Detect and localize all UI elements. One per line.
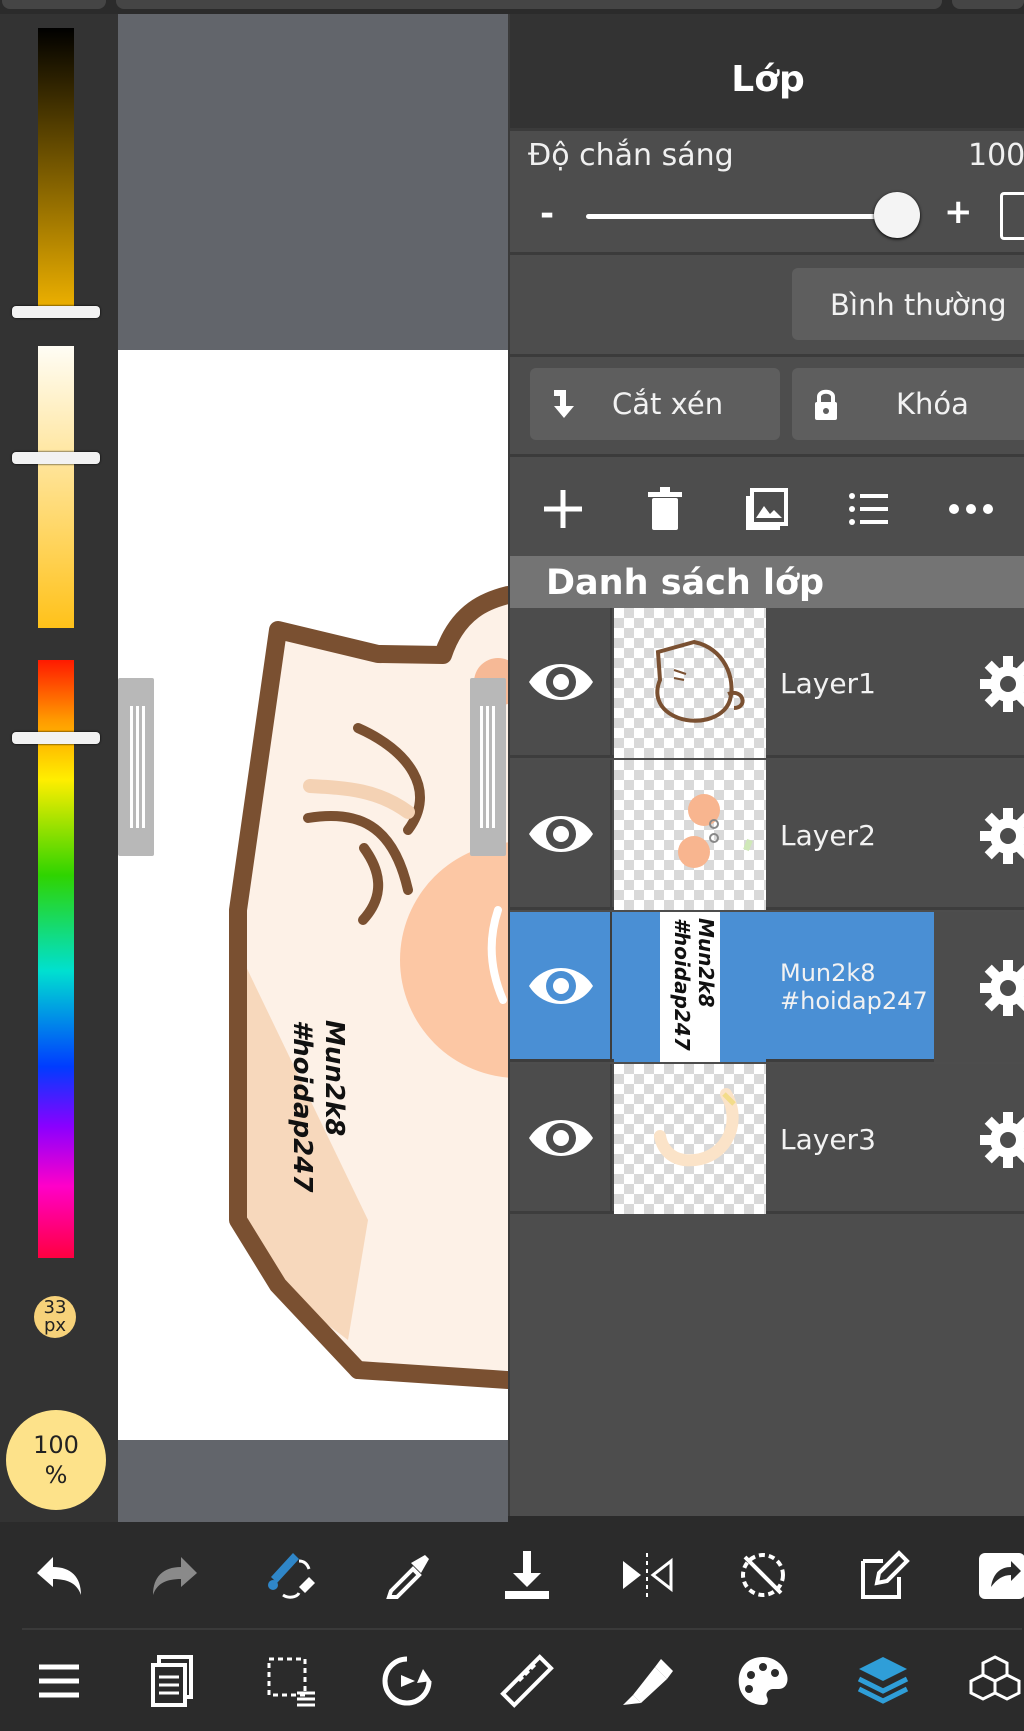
palette-icon[interactable]: [728, 1646, 798, 1716]
separator: [510, 454, 1024, 457]
canvas-paper[interactable]: Mun2k8 #hoidap247: [118, 350, 508, 1440]
saturation-handle[interactable]: [12, 452, 100, 464]
app-root: { "panel": { "title": "Lớp", "opacity_la…: [0, 0, 1024, 1731]
layer-thumbnail: [614, 1064, 766, 1214]
top-tab[interactable]: [116, 0, 942, 9]
opacity-label: Độ chắn sáng: [528, 138, 734, 173]
pen-icon[interactable]: [612, 1646, 682, 1716]
layer-row[interactable]: Layer3: [510, 1064, 1024, 1214]
menu-icon[interactable]: [24, 1646, 94, 1716]
canvas-watermark-line1: Mun2k8: [319, 1020, 349, 1137]
thumbnail-text-line2: #hoidap247: [670, 918, 694, 1051]
brightness-slider[interactable]: [38, 28, 74, 314]
panel-title: Lớp: [510, 14, 1024, 128]
eye-icon: [529, 664, 593, 700]
layer-row-selected[interactable]: Mun2k8 #hoidap247 Mun2k8 #hoidap247: [510, 912, 1024, 1062]
hue-handle[interactable]: [12, 732, 100, 744]
brush-transform-icon[interactable]: [256, 1540, 326, 1610]
edit-icon[interactable]: [848, 1540, 918, 1610]
eye-icon: [529, 968, 593, 1004]
layer-row[interactable]: Layer1: [510, 608, 1024, 758]
layer-name: Layer3: [780, 1122, 876, 1156]
layer-row[interactable]: Layer2: [510, 760, 1024, 910]
more-icon[interactable]: [946, 484, 996, 534]
redo-icon[interactable]: [140, 1540, 210, 1610]
layer-thumbnail: [614, 608, 766, 758]
zoom-value: 100: [33, 1431, 79, 1459]
opacity-slider-knob[interactable]: [874, 192, 920, 238]
brush-size-indicator[interactable]: 33 px: [34, 1296, 76, 1338]
add-layer-icon[interactable]: [538, 484, 588, 534]
thumbnail-text-line1: Mun2k8: [694, 918, 718, 1008]
eye-icon: [529, 816, 593, 852]
lock-button[interactable]: Khóa: [792, 368, 1024, 440]
expand-icon[interactable]: [1000, 192, 1024, 240]
gear-icon[interactable]: [980, 1112, 1024, 1168]
layer-name: Layer2: [780, 818, 876, 852]
canvas-artwork: [229, 586, 508, 1389]
separator: [510, 354, 1024, 357]
eye-icon: [529, 1120, 593, 1156]
blend-mode-button[interactable]: Bình thường ›: [792, 268, 1024, 340]
opacity-slider-track[interactable]: [586, 214, 906, 219]
gear-icon[interactable]: [980, 960, 1024, 1016]
layers-icon[interactable]: [848, 1646, 918, 1716]
visibility-toggle[interactable]: [510, 608, 612, 758]
pages-icon[interactable]: [140, 1646, 210, 1716]
blend-mode-label: Bình thường: [830, 288, 1007, 322]
layer-name-line1: Mun2k8: [780, 959, 876, 987]
list-icon[interactable]: [844, 484, 894, 534]
layer-thumbnail: [614, 760, 766, 910]
save-download-icon[interactable]: [492, 1540, 562, 1610]
clipping-button[interactable]: Cắt xén: [530, 368, 780, 440]
clip-arrow-icon: [554, 390, 574, 418]
rotate-reset-icon[interactable]: [728, 1540, 798, 1610]
layer-name-line2: #hoidap247: [780, 987, 928, 1015]
left-canvas-handle[interactable]: [118, 678, 154, 856]
separator: [510, 252, 1024, 255]
visibility-toggle[interactable]: [510, 760, 612, 910]
layer-name: Mun2k8 #hoidap247: [780, 912, 940, 1062]
ruler-icon[interactable]: [492, 1646, 562, 1716]
layer-name: Layer1: [780, 666, 876, 700]
hue-slider[interactable]: [38, 660, 74, 1258]
top-tab[interactable]: [952, 0, 1024, 9]
brightness-handle[interactable]: [12, 306, 100, 318]
layer-list-title: Danh sách lớp: [510, 556, 1024, 608]
gear-icon[interactable]: [980, 808, 1024, 864]
selection-icon[interactable]: [256, 1646, 326, 1716]
separator: [510, 128, 1024, 131]
visibility-toggle[interactable]: [510, 912, 612, 1062]
undo-icon[interactable]: [24, 1540, 94, 1610]
saturation-slider[interactable]: [38, 346, 74, 628]
snap-rotate-icon[interactable]: [372, 1646, 442, 1716]
zoom-unit: %: [44, 1461, 68, 1489]
canvas-watermark: Mun2k8 #hoidap247: [270, 1020, 350, 1193]
trash-icon[interactable]: [640, 484, 690, 534]
visibility-toggle[interactable]: [510, 1064, 612, 1214]
layer-thumbnail: Mun2k8 #hoidap247: [614, 912, 766, 1062]
opacity-increase-button[interactable]: +: [944, 192, 973, 232]
canvas-watermark-line2: #hoidap247: [287, 1020, 317, 1193]
top-tab[interactable]: [2, 0, 106, 9]
materials-icon[interactable]: [960, 1646, 1024, 1716]
opacity-value: 100%: [968, 138, 1024, 173]
zoom-indicator[interactable]: 100 %: [6, 1410, 106, 1510]
add-image-layer-icon[interactable]: [742, 484, 792, 534]
opacity-decrease-button[interactable]: -: [540, 194, 554, 234]
brush-size-unit: px: [43, 1315, 67, 1336]
flip-horizontal-icon[interactable]: [612, 1540, 682, 1610]
gear-icon[interactable]: [980, 656, 1024, 712]
eyedropper-icon[interactable]: [372, 1540, 442, 1610]
share-icon[interactable]: [968, 1540, 1024, 1610]
layer-thumbnail-page: Mun2k8 #hoidap247: [660, 912, 720, 1062]
lock-label: Khóa: [896, 387, 969, 421]
clipping-label: Cắt xén: [612, 387, 724, 421]
right-canvas-handle[interactable]: [470, 678, 506, 856]
layer-panel: Lớp Độ chắn sáng 100% - + Bình thường › …: [508, 14, 1024, 1516]
lock-icon: [815, 389, 837, 420]
